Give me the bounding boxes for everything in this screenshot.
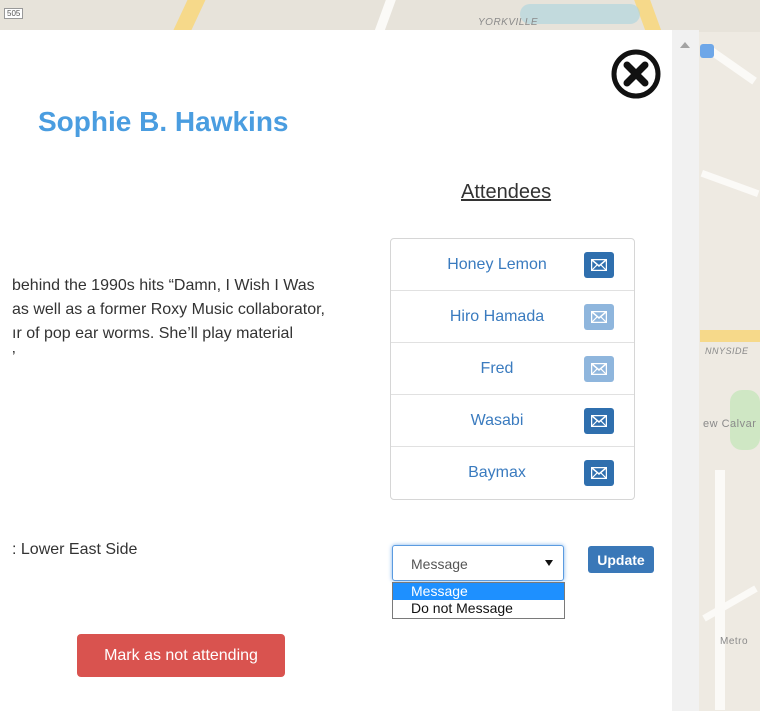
caret-down-icon: [545, 560, 553, 566]
map-label-yorkville: YORKVILLE: [478, 17, 539, 28]
map-road: [715, 470, 725, 710]
event-modal: Sophie B. Hawkins Attendees behind the 1…: [0, 30, 672, 711]
description-line: ’: [12, 349, 16, 366]
update-button[interactable]: Update: [588, 546, 654, 573]
attendee-name-link[interactable]: Fred: [391, 360, 603, 378]
highway-shield: 505: [4, 8, 24, 19]
event-title: Sophie B. Hawkins: [38, 106, 289, 137]
message-preference-select[interactable]: Message: [392, 545, 564, 581]
envelope-icon: [591, 415, 607, 427]
map-marker[interactable]: [700, 44, 714, 58]
description-line: ır of pop ear worms. She’ll play materia…: [12, 325, 293, 342]
select-option-do-not-message[interactable]: Do not Message: [393, 600, 564, 617]
event-description: behind the 1990s hits “Damn, I Wish I Wa…: [12, 274, 382, 370]
attendee-name-link[interactable]: Hiro Hamada: [391, 308, 603, 326]
map-label-metro: Metro: [720, 636, 749, 647]
close-circle-icon: [611, 49, 661, 99]
modal-scrollbar[interactable]: [672, 30, 699, 711]
map-road: [702, 585, 758, 622]
envelope-icon: [591, 311, 607, 323]
description-line: behind the 1990s hits “Damn, I Wish I Wa…: [12, 277, 315, 294]
attendee-name-link[interactable]: Baymax: [391, 464, 603, 482]
attendee-row: Wasabi: [391, 395, 634, 447]
message-button[interactable]: [584, 408, 614, 434]
attendee-row: Fred: [391, 343, 634, 395]
message-button[interactable]: [584, 304, 614, 330]
select-dropdown-list: Message Do not Message: [392, 582, 565, 619]
description-line: as well as a former Roxy Music collabora…: [12, 301, 325, 318]
map-road: [700, 330, 760, 342]
attendee-list: Honey Lemon Hiro Hamada Fred Wasabi Baym…: [390, 238, 635, 500]
envelope-icon: [591, 467, 607, 479]
map-road: [700, 169, 760, 198]
message-button[interactable]: [584, 356, 614, 382]
attendee-name-link[interactable]: Wasabi: [391, 412, 603, 430]
map-label-calvary: ew Calvar: [703, 418, 757, 430]
envelope-icon: [591, 363, 607, 375]
message-button[interactable]: [584, 460, 614, 486]
envelope-icon: [591, 259, 607, 271]
location-text: : Lower East Side: [12, 541, 138, 558]
attendee-row: Baymax: [391, 447, 634, 499]
select-value: Message: [411, 556, 468, 572]
map-label-sunnyside: NNYSIDE: [705, 346, 749, 356]
message-button[interactable]: [584, 252, 614, 278]
attendee-row: Hiro Hamada: [391, 291, 634, 343]
mark-not-attending-button[interactable]: Mark as not attending: [77, 634, 285, 677]
select-option-message[interactable]: Message: [393, 583, 564, 600]
attendee-name-link[interactable]: Honey Lemon: [391, 256, 603, 274]
attendees-heading: Attendees: [461, 181, 552, 203]
close-button[interactable]: [610, 48, 662, 100]
attendee-row: Honey Lemon: [391, 239, 634, 291]
scroll-up-icon[interactable]: [680, 42, 690, 48]
